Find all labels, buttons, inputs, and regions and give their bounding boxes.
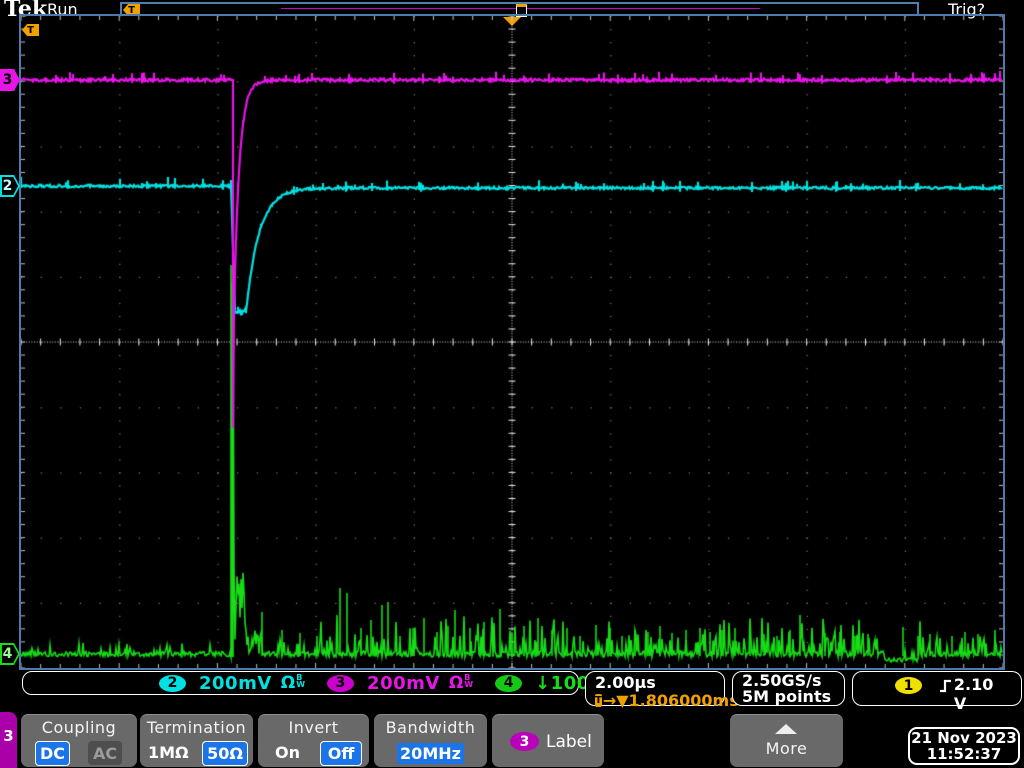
ch4-badge[interactable]: 4: [495, 674, 523, 692]
termination-50ohm-option[interactable]: 50Ω: [202, 741, 248, 766]
horizontal-delay: 1.806000ms: [628, 691, 739, 710]
ch2-scale: 200mV: [199, 672, 272, 694]
ch2-bandwidth-limit-icon: BW: [296, 673, 306, 689]
record-length: 5M points: [742, 687, 832, 706]
menu-channel-tab[interactable]: 3: [0, 712, 17, 768]
coupling-button[interactable]: Coupling DC AC: [21, 714, 137, 767]
label-button[interactable]: 3 Label: [492, 714, 604, 767]
ch3-bandwidth-limit-icon: BW: [464, 673, 474, 689]
channel-readout-bar[interactable]: 2 200mV Ω BW 3 200mV Ω BW 4 ↓100mV Ω BW: [22, 671, 657, 695]
ch3-scale: 200mV: [367, 672, 440, 694]
ch3-badge[interactable]: 3: [327, 674, 355, 692]
date-text: 21 Nov 2023: [911, 729, 1017, 747]
trigger-slope-icon: [940, 679, 951, 693]
ch2-impedance-icon: Ω: [280, 673, 296, 693]
waveform-canvas: [21, 16, 1003, 668]
invert-button[interactable]: Invert On Off: [258, 714, 369, 767]
trigger-source-badge: 1: [895, 677, 922, 694]
horizontal-scale: 2.00µs: [595, 673, 656, 692]
datetime-display: 21 Nov 2023 11:52:37: [908, 727, 1020, 765]
termination-button[interactable]: Termination 1MΩ 50Ω: [140, 714, 253, 767]
horizontal-readout[interactable]: 2.00µs T →▼ 1.806000ms: [585, 671, 739, 710]
termination-1mohm-option[interactable]: 1MΩ: [148, 743, 189, 762]
channel-4-marker[interactable]: 4: [0, 643, 20, 665]
acquisition-readout[interactable]: 2.50GS/s 5M points: [732, 671, 845, 706]
label-channel-badge: 3: [510, 732, 539, 751]
channel-2-marker[interactable]: 2: [0, 175, 20, 197]
invert-off-option[interactable]: Off: [320, 741, 362, 766]
coupling-dc-option[interactable]: DC: [35, 741, 70, 766]
ch3-impedance-icon: Ω: [448, 673, 464, 693]
trigger-level: 2.10 V: [953, 675, 994, 713]
trigger-t-icon: T: [595, 694, 602, 707]
label-title: Label: [546, 732, 592, 752]
ch2-badge[interactable]: 2: [159, 674, 186, 692]
bandwidth-button[interactable]: Bandwidth 20MHz: [374, 714, 487, 767]
bandwidth-20mhz-option[interactable]: 20MHz: [397, 743, 464, 764]
coupling-ac-option[interactable]: AC: [88, 741, 122, 765]
time-text: 11:52:37: [926, 745, 1002, 763]
more-up-icon: [775, 724, 797, 734]
oscilloscope-screen: Tek Run T Trig? T 3 2 4 2 200mV Ω BW 3 2…: [0, 0, 1024, 768]
delay-arrows-icon: →▼: [602, 691, 629, 710]
invert-on-option[interactable]: On: [275, 743, 300, 762]
channel-3-marker[interactable]: 3: [0, 69, 20, 91]
trigger-readout[interactable]: 1 2.10 V: [852, 671, 1022, 713]
more-button[interactable]: More: [730, 714, 843, 767]
